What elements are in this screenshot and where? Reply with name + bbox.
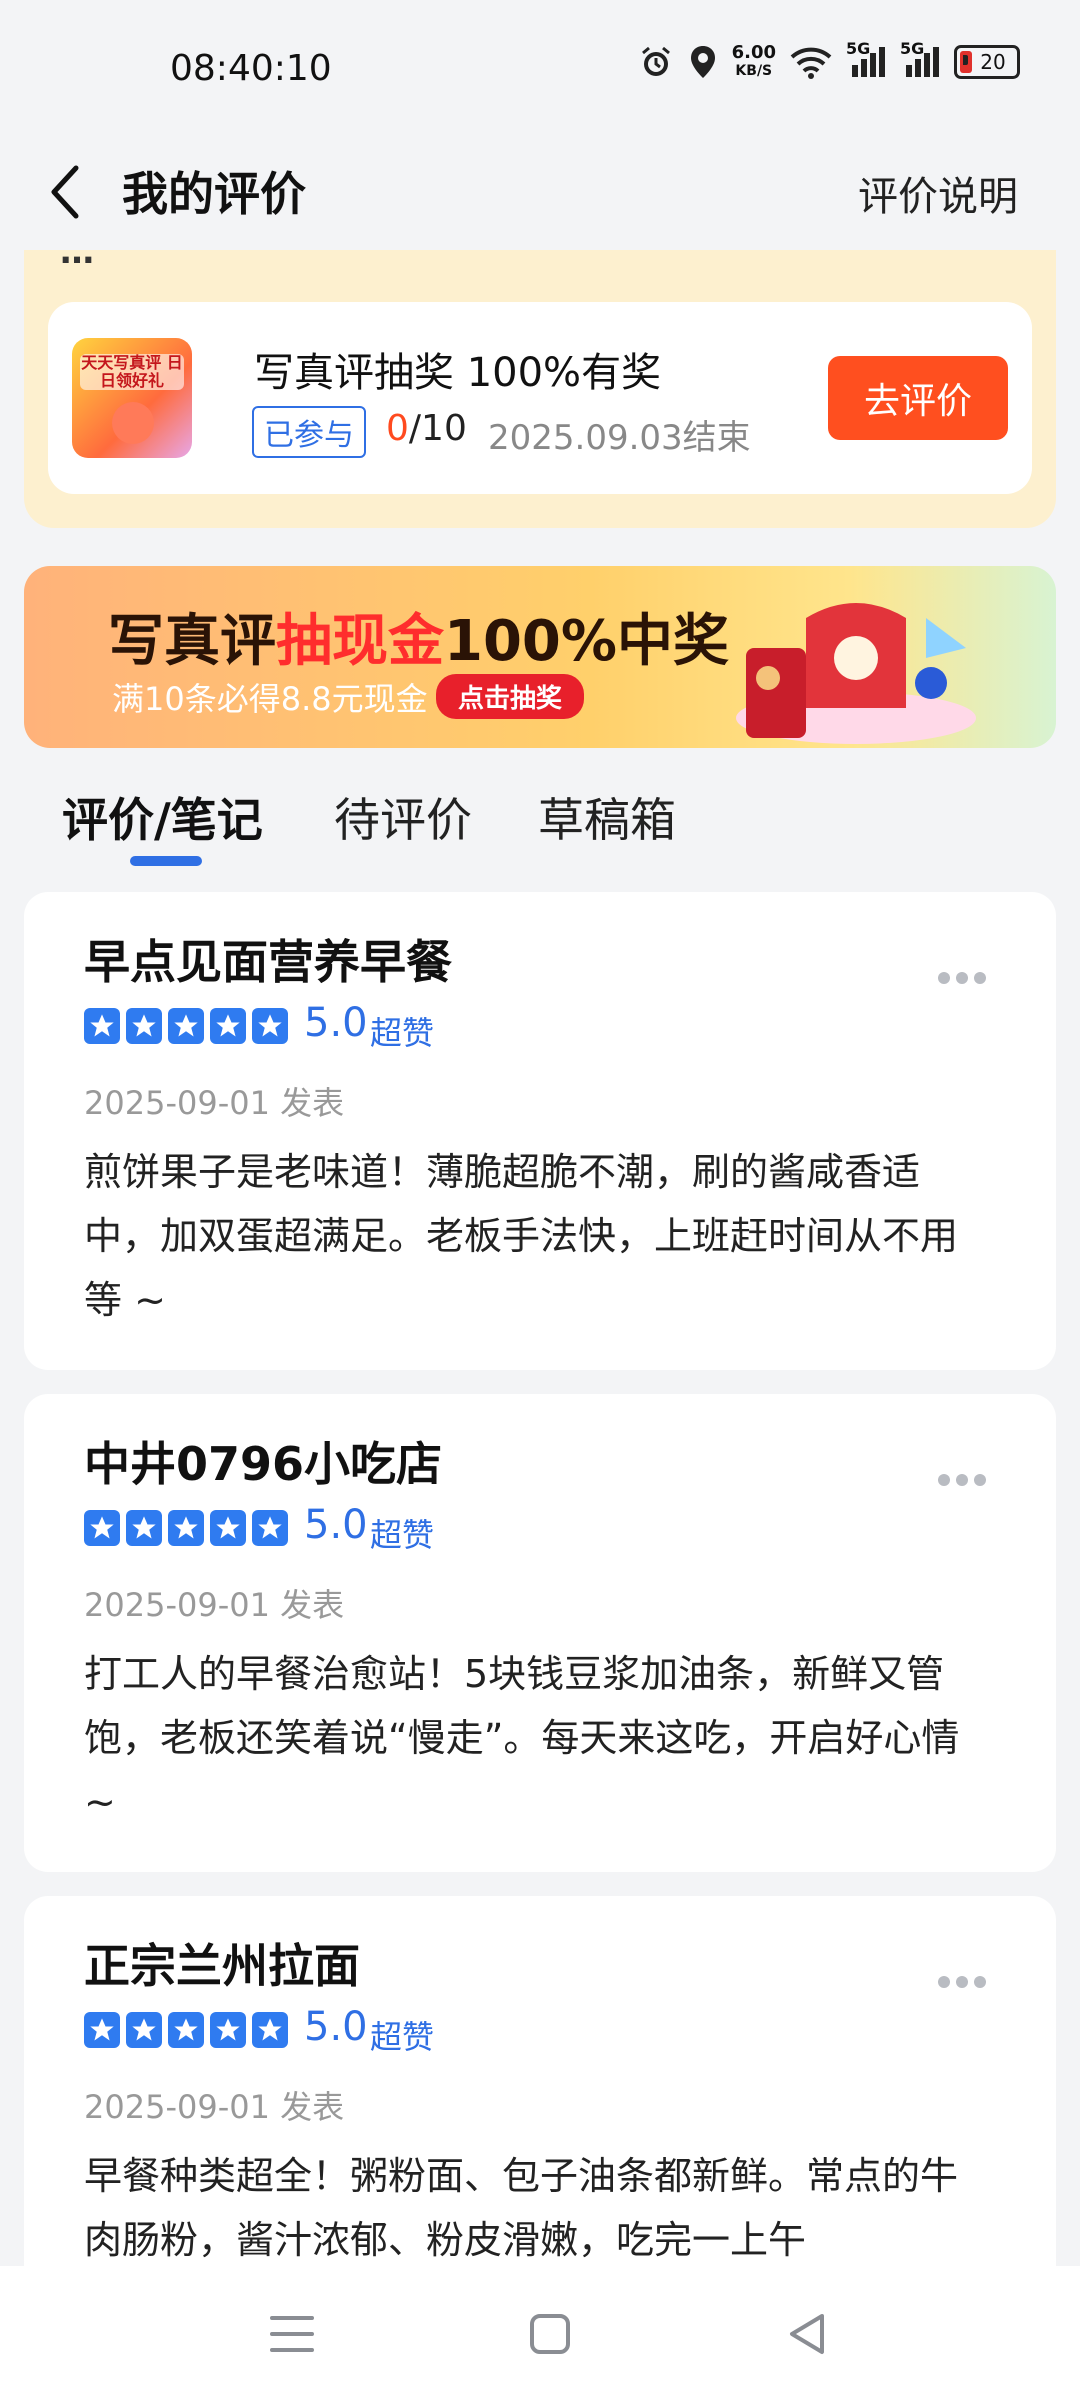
star-icon	[84, 1510, 120, 1546]
more-options-icon[interactable]	[938, 1474, 986, 1486]
promo-title: 写真评抽奖 100%有奖	[254, 350, 662, 396]
rating-score: 5.0	[304, 1502, 368, 1548]
back-button[interactable]	[46, 162, 86, 222]
rating-word: 超赞	[370, 1516, 435, 1554]
status-icons: 6.00 KB/S 5G 5G 20	[638, 39, 1020, 80]
lottery-banner[interactable]: 写真评抽现金100%中奖 满10条必得8.8元现金 点击抽奖	[24, 566, 1056, 748]
promo-task-card: 天天写真评 日日领好礼 写真评抽奖 100%有奖 已参与 0/10 2025.0…	[48, 302, 1032, 494]
star-icon	[210, 1008, 246, 1044]
rating-word: 超赞	[370, 1014, 435, 1052]
review-shop-name[interactable]: 早点见面营养早餐	[84, 926, 452, 992]
star-icon	[84, 1008, 120, 1044]
page-title: 我的评价	[122, 167, 306, 221]
battery-icon: 20	[954, 45, 1020, 79]
gift-illustration-icon	[736, 603, 976, 744]
star-icon	[126, 2012, 162, 2048]
app-header: 我的评价 评价说明	[0, 140, 1080, 250]
review-date: 2025-09-01 发表	[84, 2088, 345, 2126]
star-icon	[126, 1510, 162, 1546]
banner-title-prefix: 写真评	[108, 609, 276, 674]
rating-stars	[84, 2012, 288, 2048]
review-content: 煎饼果子是老味道！薄脆超脆不潮，刷的酱咸香适中，加双蛋超满足。老板手法快，上班赶…	[84, 1150, 959, 1322]
home-icon[interactable]	[520, 2310, 580, 2358]
review-content: 打工人的早餐治愈站！5块钱豆浆加油条，新鲜又管饱，老板还笑着说“慢走”。每天来这…	[84, 1652, 960, 1824]
status-bar: 08:40:10 6.00 KB/S 5G 5G 20	[0, 0, 1080, 140]
tab-pending-review[interactable]: 待评价	[334, 784, 472, 850]
progress-total: /10	[408, 408, 467, 449]
star-icon	[210, 2012, 246, 2048]
rating-word: 超赞	[370, 2018, 435, 2056]
promo-thumbnail: 天天写真评 日日领好礼	[72, 338, 192, 458]
banner-title: 写真评抽现金100%中奖	[108, 596, 729, 677]
network-speed: 6.00 KB/S	[732, 44, 776, 80]
back-nav-icon[interactable]	[778, 2310, 838, 2358]
promo-thumbnail-text: 天天写真评 日日领好礼	[80, 353, 184, 390]
review-tabs: 评价/笔记 待评价 草稿箱	[0, 770, 1080, 870]
menu-icon[interactable]	[262, 2310, 322, 2358]
rating-score: 5.0	[304, 2004, 368, 2050]
more-options-icon[interactable]	[938, 972, 986, 984]
review-shop-name[interactable]: 中井0796小吃店	[84, 1428, 442, 1494]
review-card[interactable]: 正宗兰州拉面 5.0 超赞 2025-09-01 发表 早餐种类超全！粥粉面、包…	[24, 1896, 1056, 2316]
star-icon	[126, 1008, 162, 1044]
review-card[interactable]: 早点见面营养早餐 5.0 超赞 2025-09-01 发表 煎饼果子是老味道！薄…	[24, 892, 1056, 1370]
active-tab-indicator	[130, 856, 202, 866]
signal-label-2: 5G	[900, 39, 925, 58]
rating-stars	[84, 1510, 288, 1546]
promo-panel: … 天天写真评 日日领好礼 写真评抽奖 100%有奖 已参与 0/10 2025…	[24, 250, 1056, 528]
joined-badge: 已参与	[252, 406, 366, 458]
battery-level: 20	[980, 50, 1006, 74]
review-date: 2025-09-01 发表	[84, 1586, 345, 1624]
more-options-icon[interactable]	[938, 1976, 986, 1988]
progress-current: 0	[386, 408, 409, 449]
tab-drafts[interactable]: 草稿箱	[538, 784, 676, 850]
review-date: 2025-09-01 发表	[84, 1084, 345, 1122]
draw-lottery-button[interactable]: 点击抽奖	[436, 674, 585, 719]
star-icon	[210, 1510, 246, 1546]
promo-end-date: 2025.09.03结束	[488, 418, 751, 458]
speed-value: 6.00	[731, 42, 776, 63]
wifi-icon	[790, 45, 832, 79]
signal-icon-2: 5G	[900, 39, 940, 79]
signal-label: 5G	[846, 39, 871, 58]
promo-progress: 0/10	[386, 408, 467, 449]
star-icon	[168, 2012, 204, 2048]
signal-icon: 5G	[846, 39, 886, 79]
banner-title-highlight: 抽现金	[276, 609, 444, 674]
star-icon	[84, 2012, 120, 2048]
location-icon	[688, 44, 718, 80]
banner-title-suffix: 100%中奖	[444, 609, 730, 674]
tab-reviews-notes[interactable]: 评价/笔记	[62, 784, 263, 850]
promo-peek-text: …	[60, 250, 94, 272]
speed-unit: KB/S	[735, 63, 773, 79]
review-guide-link[interactable]: 评价说明	[858, 164, 1018, 222]
go-review-button[interactable]: 去评价	[828, 356, 1008, 440]
star-icon	[168, 1510, 204, 1546]
review-card[interactable]: 中井0796小吃店 5.0 超赞 2025-09-01 发表 打工人的早餐治愈站…	[24, 1394, 1056, 1872]
star-icon	[252, 1510, 288, 1546]
status-time: 08:40:10	[170, 48, 332, 89]
rating-stars	[84, 1008, 288, 1044]
star-icon	[168, 1008, 204, 1044]
star-icon	[252, 1008, 288, 1044]
alarm-icon	[638, 44, 674, 80]
banner-subtitle: 满10条必得8.8元现金	[112, 680, 428, 718]
review-content: 早餐种类超全！粥粉面、包子油条都新鲜。常点的牛肉肠粉，酱汁浓郁、粉皮滑嫩，吃完一…	[84, 2154, 959, 2262]
star-icon	[252, 2012, 288, 2048]
review-shop-name[interactable]: 正宗兰州拉面	[84, 1930, 360, 1996]
rating-score: 5.0	[304, 1000, 368, 1046]
back-arrow-icon	[51, 165, 79, 219]
system-nav-bar	[0, 2266, 1080, 2400]
